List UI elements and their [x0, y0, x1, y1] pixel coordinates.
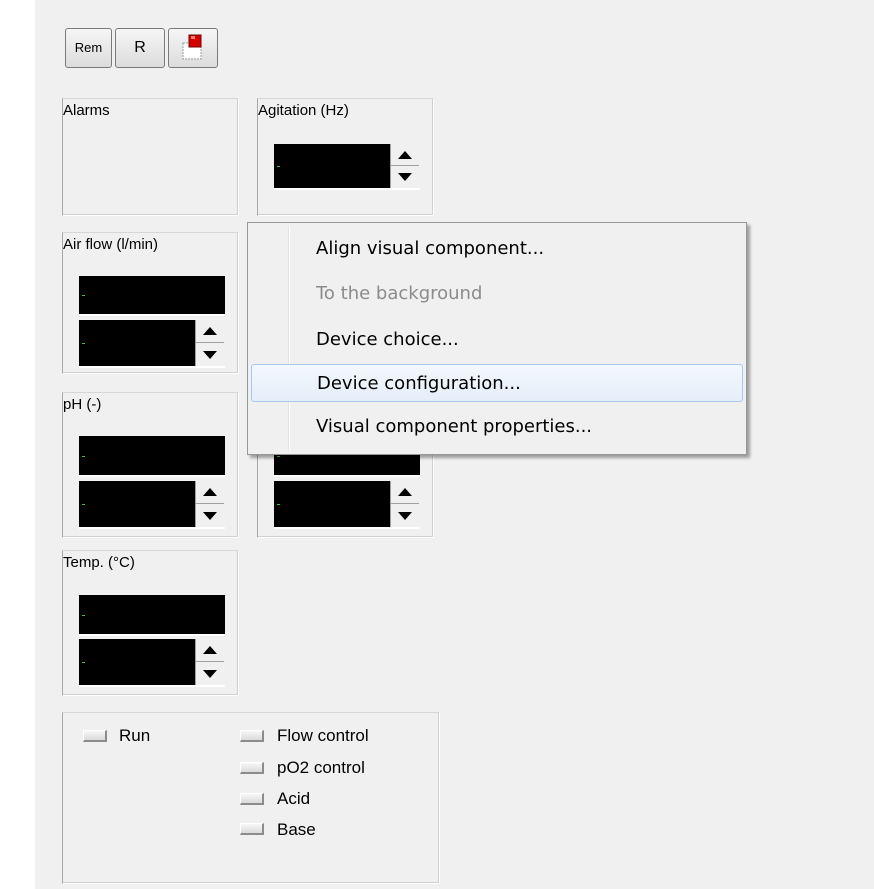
agitation-value: [277, 166, 280, 167]
po2-display-value: [277, 455, 280, 457]
ph-setpoint-value: [82, 504, 85, 505]
app-window: Rem R Alarms Agitation (Hz) Air flow (l/…: [35, 0, 874, 889]
context-menu: Align visual component... To the backgro…: [247, 222, 747, 455]
spinner-buttons: [195, 320, 225, 366]
airflow-setpoint-value: [82, 343, 85, 344]
po2-setpoint-spinner[interactable]: [274, 481, 420, 529]
run-led: [83, 730, 107, 742]
menu-item-visual-component-properties[interactable]: Visual component properties...: [251, 408, 743, 446]
base-label: Base: [277, 820, 316, 839]
spin-down-button[interactable]: [391, 166, 419, 188]
status-panel: Run Flow control pO2 control Acid Base: [62, 712, 440, 884]
flow-control-label: Flow control: [277, 726, 369, 745]
acid-led: [240, 793, 264, 805]
agitation-setpoint-spinner[interactable]: [274, 144, 420, 190]
spin-up-button[interactable]: [196, 639, 224, 662]
arrow-down-icon: [203, 511, 217, 520]
airflow-display-value: [82, 295, 85, 296]
arrow-down-icon: [203, 669, 217, 678]
spin-down-button[interactable]: [391, 504, 419, 527]
arrow-down-icon: [398, 173, 412, 181]
display-settings-icon: [182, 34, 202, 60]
po2-setpoint-value: [277, 504, 280, 505]
spin-up-button[interactable]: [196, 481, 224, 504]
spin-up-button[interactable]: [391, 144, 419, 166]
spin-down-button[interactable]: [196, 504, 224, 527]
temp-setpoint-spinner[interactable]: [79, 639, 225, 687]
arrow-up-icon: [398, 150, 412, 159]
spinner-buttons: [195, 481, 225, 527]
spin-down-button[interactable]: [196, 343, 224, 366]
temp-title: Temp. (°C): [63, 554, 135, 571]
arrow-down-icon: [203, 350, 217, 359]
alarms-title: Alarms: [63, 102, 110, 119]
spinner-buttons: [195, 639, 225, 685]
display-settings-button[interactable]: [168, 28, 218, 68]
po2-control-led: [240, 762, 264, 774]
agitation-panel: Agitation (Hz): [257, 98, 434, 216]
airflow-title: Air flow (l/min): [63, 236, 159, 253]
acid-label: Acid: [277, 789, 311, 808]
menu-item-align-visual-component[interactable]: Align visual component...: [251, 230, 743, 268]
airflow-setpoint-spinner[interactable]: [79, 320, 225, 368]
ph-setpoint-spinner[interactable]: [79, 481, 225, 529]
arrow-up-icon: [203, 488, 217, 496]
menu-item-device-configuration[interactable]: Device configuration...: [251, 364, 743, 402]
arrow-up-icon: [203, 327, 217, 335]
rem-button[interactable]: Rem: [65, 28, 112, 68]
menu-item-to-the-background[interactable]: To the background: [251, 275, 743, 313]
airflow-display: [79, 276, 225, 316]
run-label: Run: [119, 726, 151, 745]
ph-display-value: [82, 455, 85, 457]
temp-setpoint-value: [82, 662, 85, 663]
temp-display: [79, 595, 225, 636]
arrow-up-icon: [203, 646, 217, 654]
agitation-title: Agitation (Hz): [258, 102, 349, 119]
temp-display-value: [82, 614, 85, 616]
arrow-up-icon: [398, 488, 412, 496]
spin-up-button[interactable]: [391, 481, 419, 504]
spinner-buttons: [390, 144, 420, 188]
flow-control-led: [240, 730, 264, 742]
ph-display: [79, 436, 225, 477]
temp-panel: Temp. (°C): [62, 550, 239, 696]
spinner-buttons: [390, 481, 420, 527]
r-button[interactable]: R: [115, 28, 165, 68]
po2-control-label: pO2 control: [277, 758, 365, 777]
spin-up-button[interactable]: [196, 320, 224, 343]
arrow-down-icon: [398, 511, 412, 520]
spin-down-button[interactable]: [196, 662, 224, 685]
alarms-panel: Alarms: [62, 98, 239, 216]
base-led: [240, 823, 264, 835]
airflow-panel: Air flow (l/min): [62, 232, 239, 374]
ph-title: pH (-): [63, 396, 102, 413]
ph-panel: pH (-): [62, 392, 239, 538]
menu-item-device-choice[interactable]: Device choice...: [251, 321, 743, 359]
